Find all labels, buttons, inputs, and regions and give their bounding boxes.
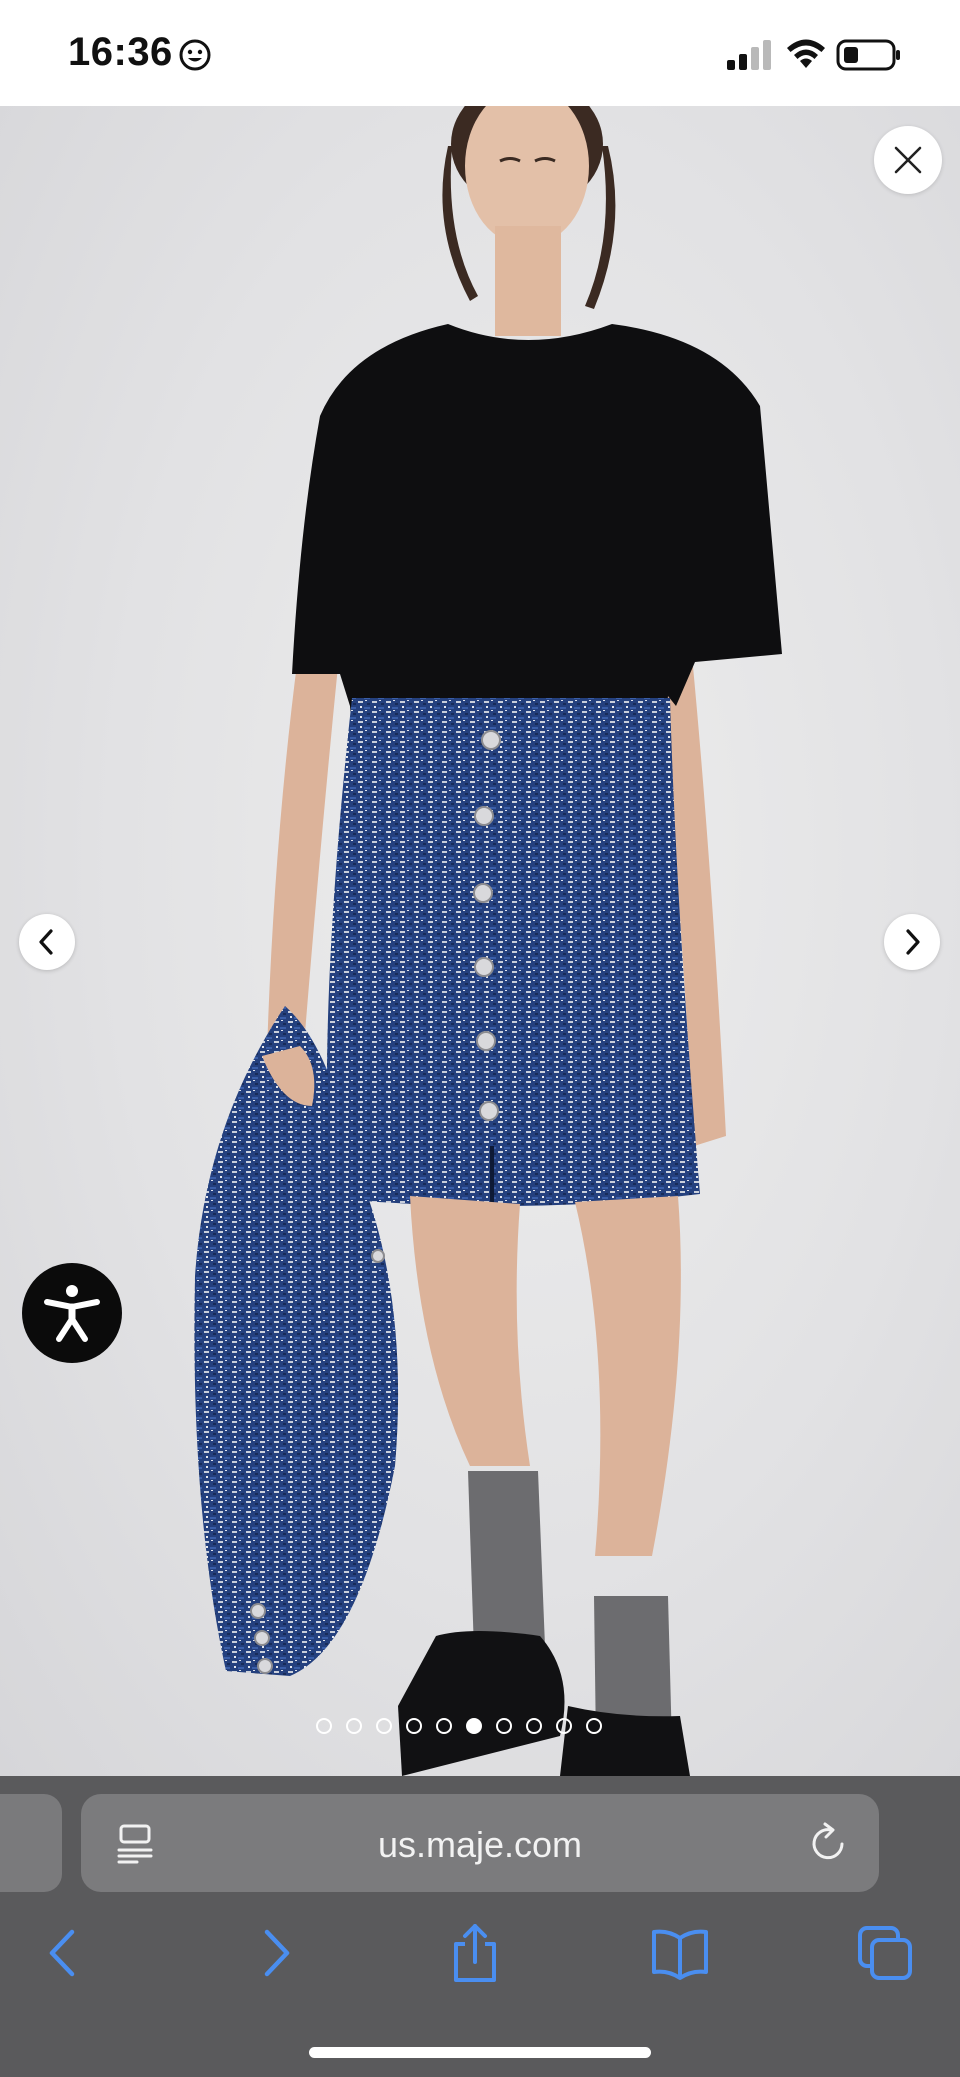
image-pagination-dots — [316, 1718, 602, 1738]
pagination-dot[interactable] — [466, 1718, 482, 1734]
status-time: 16:36 — [68, 30, 173, 74]
url-text[interactable]: us.maje.com — [81, 1824, 879, 1866]
pagination-dot[interactable] — [586, 1718, 602, 1734]
product-image-viewer[interactable] — [0, 106, 960, 1776]
pagination-dot[interactable] — [376, 1718, 392, 1734]
battery-icon — [836, 39, 900, 71]
status-bar: 16:36 — [0, 0, 960, 106]
bookmarks-icon[interactable] — [650, 1924, 710, 1982]
back-icon[interactable] — [34, 1924, 94, 1982]
previous-tab-preview[interactable] — [0, 1794, 62, 1892]
browser-bottom-bar: us.maje.com — [0, 1776, 960, 2077]
smiley-face-icon — [179, 39, 211, 71]
close-icon — [894, 146, 922, 174]
forward-icon[interactable] — [245, 1924, 305, 1982]
pagination-dot[interactable] — [316, 1718, 332, 1734]
address-bar[interactable]: us.maje.com — [81, 1794, 879, 1892]
home-indicator[interactable] — [309, 2047, 651, 2058]
pagination-dot[interactable] — [436, 1718, 452, 1734]
pagination-dot[interactable] — [526, 1718, 542, 1734]
previous-image-button[interactable] — [19, 914, 75, 970]
pagination-dot[interactable] — [556, 1718, 572, 1734]
pagination-dot[interactable] — [496, 1718, 512, 1734]
chevron-left-icon — [39, 929, 53, 955]
share-icon[interactable] — [445, 1924, 505, 1982]
product-photo — [194, 106, 782, 1776]
close-button[interactable] — [874, 126, 942, 194]
accessibility-person-icon — [44, 1285, 100, 1342]
reload-icon[interactable] — [809, 1822, 849, 1864]
pagination-dot[interactable] — [346, 1718, 362, 1734]
tabs-icon[interactable] — [856, 1924, 916, 1982]
cellular-signal-icon — [727, 40, 771, 70]
chevron-right-icon — [906, 929, 920, 955]
pagination-dot[interactable] — [406, 1718, 422, 1734]
next-image-button[interactable] — [884, 914, 940, 970]
wifi-icon — [787, 39, 825, 68]
accessibility-button[interactable] — [22, 1263, 122, 1363]
